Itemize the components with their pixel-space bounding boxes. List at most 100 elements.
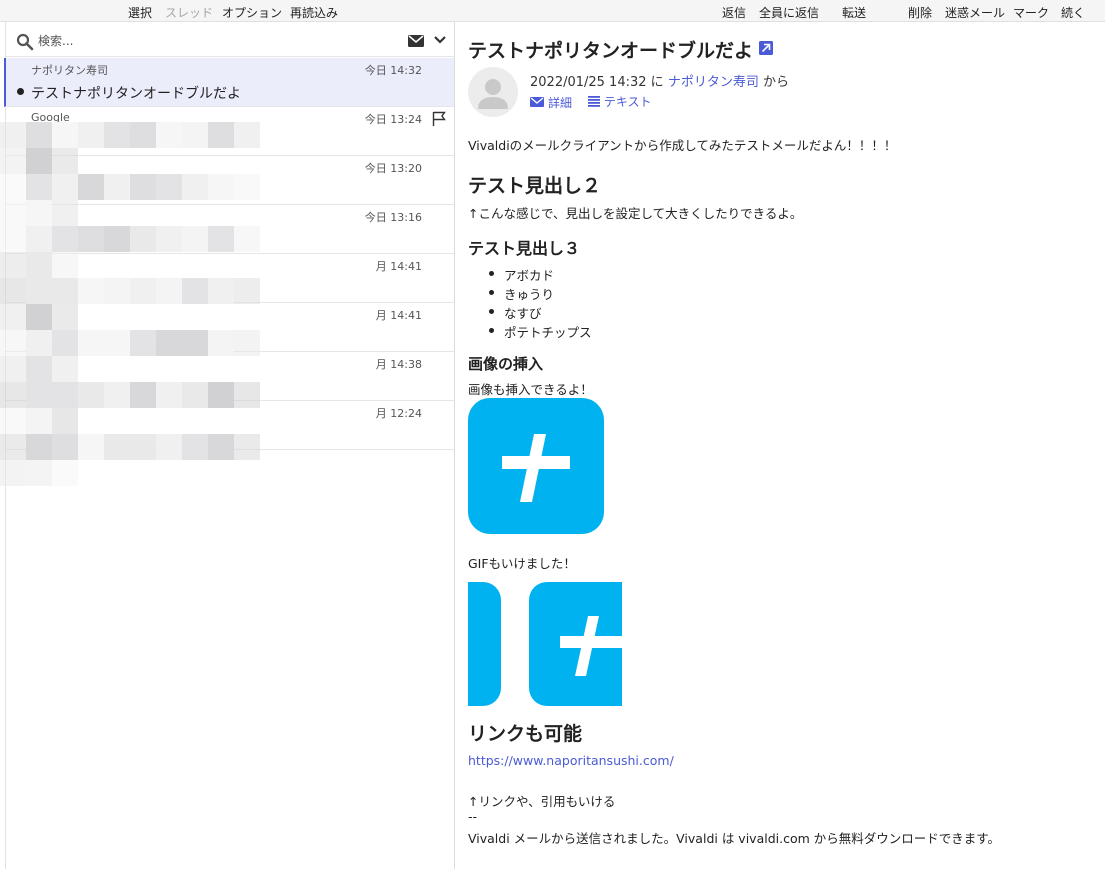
forward-button[interactable]: 転送 (842, 4, 866, 21)
redacted-mosaic (0, 122, 455, 486)
mosaic-cell (130, 330, 156, 356)
mosaic-cell (26, 226, 52, 252)
mosaic-cell (0, 122, 26, 148)
mosaic-cell (52, 408, 78, 434)
mosaic-cell (52, 122, 78, 148)
mosaic-cell (52, 356, 78, 382)
options-button[interactable]: オプション (222, 4, 282, 21)
body-heading2-text: ↑こんな感じで、見出しを設定して大きくしたりできるよ。 (468, 206, 803, 221)
mosaic-cell (104, 434, 130, 460)
mosaic-cell (182, 330, 208, 356)
mosaic-cell (26, 356, 52, 382)
body-heading2: テスト見出し２ (468, 175, 602, 197)
mosaic-cell (52, 434, 78, 460)
mosaic-cell (26, 382, 52, 408)
mosaic-cell (26, 460, 52, 486)
mosaic-cell (182, 174, 208, 200)
delete-button[interactable]: 削除 (908, 4, 932, 21)
reload-button[interactable]: 再読込み (290, 4, 338, 21)
mosaic-cell (0, 252, 26, 278)
mosaic-cell (52, 174, 78, 200)
mosaic-cell (208, 382, 234, 408)
mosaic-cell (26, 122, 52, 148)
message-meta: 2022/01/25 14:32 に ナポリタン寿司 から (530, 71, 789, 90)
mosaic-cell (130, 226, 156, 252)
search-input[interactable] (38, 31, 378, 51)
spam-button[interactable]: 迷惑メール (945, 4, 1005, 21)
sender-link[interactable]: ナポリタン寿司 (668, 75, 759, 90)
mosaic-cell (234, 174, 260, 200)
more-button[interactable]: 続く (1061, 4, 1085, 21)
mosaic-cell (52, 148, 78, 174)
mosaic-cell (78, 278, 104, 304)
mosaic-cell (208, 226, 234, 252)
signature-separator: -- (468, 809, 478, 824)
body-link-note: ↑リンクや、引用もいける (468, 794, 616, 809)
mosaic-cell (208, 278, 234, 304)
mail-list-toolbar: 選択 スレッド オプション 再読込み (0, 0, 455, 22)
mosaic-cell (156, 174, 182, 200)
mosaic-cell (26, 304, 52, 330)
mosaic-cell (26, 200, 52, 226)
row-subject: テストナポリタンオードブルだよ (31, 86, 241, 102)
search-icon (16, 33, 34, 51)
mosaic-cell (78, 434, 104, 460)
select-button[interactable]: 選択 (128, 4, 152, 21)
mosaic-cell (0, 460, 26, 486)
list-item: ポテトチップス (489, 322, 592, 341)
mosaic-cell (208, 174, 234, 200)
thread-button[interactable]: スレッド (165, 4, 213, 21)
signature: Vivaldi メールから送信されました。Vivaldi は vivaldi.c… (468, 831, 1000, 846)
body-heading3: テスト見出し３ (468, 239, 581, 258)
mosaic-cell (26, 330, 52, 356)
open-external-icon[interactable] (759, 41, 773, 55)
mosaic-cell (52, 382, 78, 408)
mosaic-cell (104, 122, 130, 148)
mosaic-cell (130, 278, 156, 304)
mosaic-cell (26, 278, 52, 304)
list-item: きゅうり (488, 284, 554, 303)
mosaic-cell (78, 382, 104, 408)
text-view-button[interactable]: テキスト (587, 93, 651, 110)
message-subject: テストナポリタンオードブルだよ (468, 40, 754, 62)
mosaic-cell (104, 226, 130, 252)
message-from-word: から (762, 75, 789, 90)
mosaic-cell (156, 382, 182, 408)
avatar-user-icon (478, 79, 508, 109)
mosaic-cell (130, 382, 156, 408)
message-actions: 詳細 テキスト (530, 93, 663, 111)
list-item: アボカド (488, 265, 554, 284)
mosaic-cell (104, 278, 130, 304)
body-intro: Vivaldiのメールクライアントから作成してみたテストメールだよん！！！！ (468, 138, 897, 153)
mosaic-cell (156, 226, 182, 252)
mosaic-cell (26, 252, 52, 278)
mosaic-cell (130, 434, 156, 460)
body-link[interactable]: https://www.naporitansushi.com/ (468, 753, 674, 768)
mosaic-cell (26, 148, 52, 174)
mosaic-cell (0, 278, 26, 304)
reply-all-button[interactable]: 全員に返信 (759, 4, 819, 21)
mosaic-cell (26, 408, 52, 434)
mosaic-cell (0, 148, 26, 174)
body-image-heading: 画像の挿入 (468, 355, 544, 373)
details-button[interactable]: 詳細 (530, 94, 572, 111)
envelope-icon[interactable] (408, 35, 424, 47)
message-date: 2022/01/25 14:32 (530, 75, 647, 90)
row-sender: ナポリタン寿司 (31, 64, 108, 77)
vivaldi-gif-image (468, 582, 622, 706)
mail-row[interactable]: ナポリタン寿司 今日 14:32 テストナポリタンオードブルだよ (4, 58, 454, 107)
search-bar (6, 25, 454, 57)
reply-button[interactable]: 返信 (722, 4, 746, 21)
mosaic-cell (234, 434, 260, 460)
chevron-down-icon[interactable] (434, 35, 446, 45)
lines-icon (587, 96, 600, 107)
row-time: 今日 14:32 (364, 64, 422, 77)
list-item: なすび (489, 303, 542, 322)
body-gif-text: GIFもいけました！ (468, 556, 576, 571)
avatar (468, 67, 518, 117)
mosaic-cell (52, 200, 78, 226)
mark-button[interactable]: マーク (1013, 4, 1049, 21)
mosaic-cell (208, 330, 234, 356)
mosaic-cell (0, 330, 26, 356)
mosaic-cell (156, 330, 182, 356)
